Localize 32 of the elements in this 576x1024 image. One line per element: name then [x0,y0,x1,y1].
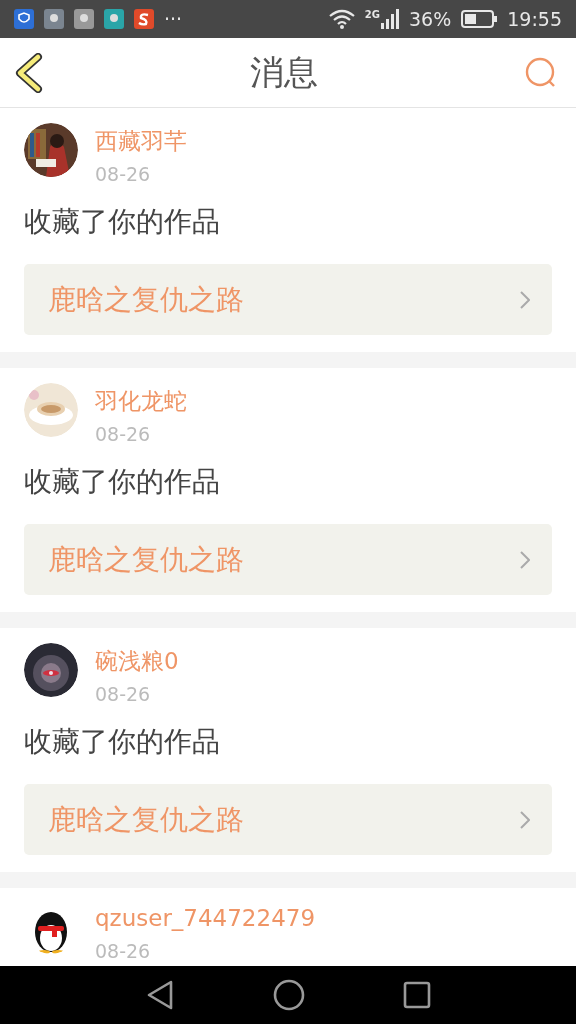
message-text: 收藏了你的作品 [24,204,221,240]
clock-time: 19:55 [507,8,562,30]
message-date: 08-26 [95,939,152,964]
user-name[interactable]: 羽化龙蛇 [95,385,187,417]
chevron-icon [520,810,530,829]
back-nav-button[interactable] [145,979,175,1011]
chevron-icon [520,290,530,309]
user-name[interactable]: 碗浅粮0 [95,645,179,677]
app-icon [134,9,154,29]
shield-icon [104,9,124,29]
battery-percent: 36% [409,8,452,30]
message-text: 收藏了你的作品 [24,464,221,500]
work-link[interactable]: 鹿晗之复仇之路 [24,264,552,335]
chevron-icon [520,550,530,569]
message-text: 收藏了你的作品 [24,724,221,760]
recents-nav-button[interactable] [403,981,431,1009]
signal-icon [381,9,399,29]
message-date: 08-26 [95,682,152,707]
more-notifications: ··· [164,8,183,30]
network-type: 2G [364,9,380,20]
battery-icon [461,10,498,28]
back-button[interactable] [14,52,44,93]
work-link[interactable]: 鹿晗之复仇之路 [24,524,552,595]
message-date: 08-26 [95,422,152,447]
work-link[interactable]: 鹿晗之复仇之路 [24,784,552,855]
message-date: 08-26 [95,162,152,187]
user-name[interactable]: qzuser_744722479 [95,902,316,934]
page-title: 消息 [250,50,318,94]
user-name[interactable]: 西藏羽芊 [95,125,187,157]
home-nav-button[interactable] [273,979,305,1011]
shield-icon [14,9,34,29]
wifi-icon [328,9,355,29]
